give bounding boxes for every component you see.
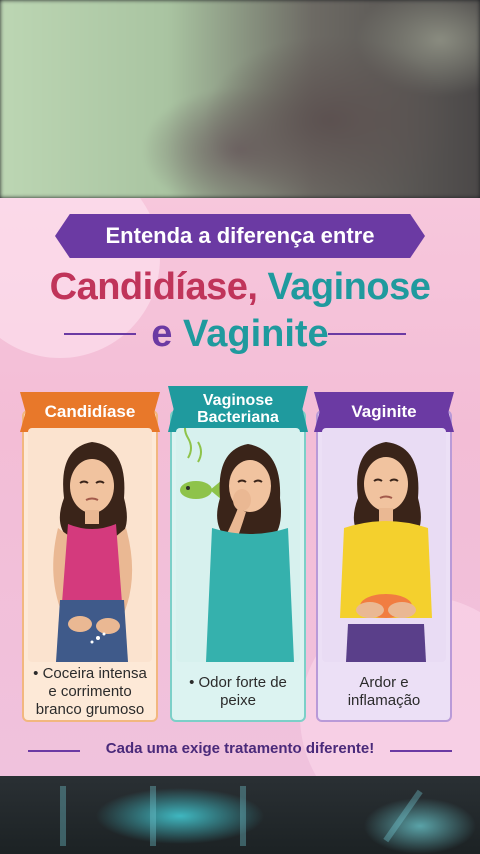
header-banner: Entenda a diferença entre [55,214,425,258]
card-caption-candidiase: • Coceira intensa e corrimento branco gr… [33,665,147,718]
blurred-background-top [0,0,480,198]
title-line-2: e Vaginite [0,313,480,356]
woman-illustration-burning [322,428,446,662]
title-line-1: Candidíase, Vaginose [0,266,480,309]
title-vaginite: Vaginite [172,313,329,355]
title-divider-right [328,333,406,335]
card-candidiase: Candidíase • Coceira intensa e corriment… [20,392,160,722]
woman-illustration-itching [28,428,152,662]
header-banner-text: Entenda a diferença entre [105,223,375,248]
card-vaginite: Vaginite Ardor e inflamação [314,392,454,722]
footer-text: Cada uma exige tratamento diferente! [105,739,375,757]
card-caption-vaginite: Ardor e inflamação [347,674,421,709]
blurred-background-bottom [0,776,480,854]
title-candidiase: Candidíase, [49,266,258,308]
title-e: e [151,313,173,355]
title-vaginose: Vaginose [257,266,431,308]
woman-illustration-odor [176,428,300,662]
card-vaginose: Vaginose Bacteriana • Odor forte de peix… [168,386,308,722]
footer-divider-right [390,750,452,752]
infographic-poster: Entenda a diferença entre Candidíase, Va… [0,198,480,776]
card-label-vaginite: Vaginite [314,392,454,432]
card-label-candidiase: Candidíase [20,392,160,432]
card-caption-vaginose: • Odor forte de peixe [189,674,287,709]
card-label-vaginose: Vaginose Bacteriana [168,386,308,432]
footer-banner: Cada uma exige tratamento diferente! [0,734,480,762]
